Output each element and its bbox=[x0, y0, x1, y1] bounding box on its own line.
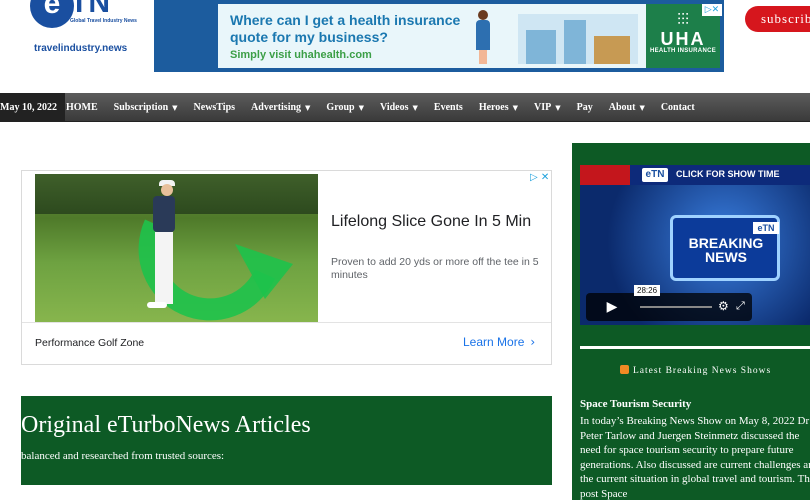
chevron-down-icon: ▼ bbox=[512, 104, 519, 112]
golfer-shoe bbox=[147, 302, 167, 308]
logo-tagline: Global Travel Industry News bbox=[70, 18, 137, 24]
nav-item-label: Heroes bbox=[478, 102, 509, 113]
latest-shows-heading[interactable]: Latest Breaking News Shows bbox=[620, 365, 771, 376]
nav-item-home[interactable]: HOME bbox=[58, 93, 106, 122]
nav-item-label: HOME bbox=[66, 102, 98, 113]
nav-item-label: Subscription bbox=[113, 102, 169, 113]
ad-description: Proven to add 20 yds or more off the tee… bbox=[331, 256, 539, 281]
page: e TN Global Travel Industry News traveli… bbox=[0, 0, 810, 500]
video-controls: ▶ 28:26 ⚙ ⤢ bbox=[586, 285, 752, 321]
breaking-news-logo: eTN bbox=[753, 222, 779, 234]
site-url[interactable]: travelindustry.news bbox=[34, 43, 127, 54]
nav-item-label: Events bbox=[433, 102, 463, 113]
latest-shows-label: Latest Breaking News Shows bbox=[633, 366, 772, 376]
breaking-news-panel: eTN BREAKING NEWS bbox=[670, 215, 780, 281]
breaking-news-title: BREAKING NEWS bbox=[688, 235, 764, 265]
video-top-bar: eTN CLICK FOR SHOW TIME bbox=[580, 165, 810, 185]
golfer-head bbox=[161, 184, 173, 196]
gear-icon[interactable]: ⚙ bbox=[718, 299, 729, 313]
golfer-shirt bbox=[153, 196, 175, 232]
subscribe-button[interactable]: subscribe bbox=[745, 6, 810, 32]
ad-advertiser[interactable]: Performance Golf Zone bbox=[35, 337, 144, 349]
video-player[interactable]: eTN CLICK FOR SHOW TIME eTN BREAKING NEW… bbox=[580, 165, 810, 325]
golfer-legs bbox=[155, 232, 173, 304]
banner-headline: Where can I get a health insurance quote… bbox=[230, 12, 461, 45]
chevron-down-icon: ▼ bbox=[358, 104, 364, 112]
main-nav: May 10, 2022 HOME Subscription ▼ NewsTips Ad… bbox=[0, 93, 810, 122]
nav-item-events[interactable]: Events bbox=[426, 93, 471, 122]
adchoices-icon[interactable]: ▷✕ bbox=[702, 4, 722, 16]
chevron-right-icon: › bbox=[530, 335, 536, 349]
nav-item-heroes[interactable]: Heroes ▼ bbox=[471, 93, 526, 122]
banner-ad-content: Where can I get a health insurance quote… bbox=[218, 4, 646, 68]
logo-tn-mark: TN bbox=[70, 0, 110, 19]
nav-item-pay[interactable]: Pay bbox=[569, 93, 601, 122]
nav-item-label: Advertising bbox=[251, 102, 302, 113]
banner-building-illustration bbox=[518, 14, 638, 64]
nav-item-label: Contact bbox=[660, 102, 695, 113]
sponsored-ad-card[interactable]: ▷ ✕ Lifelong Slice Gone In 5 Min Proven … bbox=[21, 170, 552, 365]
nav-item-vip[interactable]: VIP ▼ bbox=[526, 93, 569, 122]
nav-items: HOME Subscription ▼ NewsTips Advertising ▼ Gro… bbox=[58, 93, 703, 122]
banner-cta: Simply visit uhahealth.com bbox=[230, 49, 372, 61]
video-duration: 28:26 bbox=[634, 285, 661, 296]
rss-icon bbox=[620, 365, 629, 374]
video-bar-logo: eTN bbox=[642, 168, 668, 182]
chevron-down-icon: ▼ bbox=[639, 104, 645, 112]
banner-ad[interactable]: Where can I get a health insurance quote… bbox=[154, 0, 724, 72]
original-articles-section: Original eTurboNews Articles balanced an… bbox=[21, 396, 552, 485]
articles-subtitle: balanced and researched from trusted sou… bbox=[21, 450, 225, 462]
video-bar-badge bbox=[580, 165, 630, 185]
ad-divider bbox=[22, 322, 551, 323]
nav-date: May 10, 2022 bbox=[0, 93, 65, 122]
nav-item-advertising[interactable]: Advertising ▼ bbox=[243, 93, 318, 122]
nav-item-videos[interactable]: Videos ▼ bbox=[372, 93, 426, 122]
nav-item-newstips[interactable]: NewsTips bbox=[186, 93, 244, 122]
nav-item-label: NewsTips bbox=[193, 102, 236, 113]
uha-brand-sub: HEALTH INSURANCE bbox=[649, 48, 717, 54]
ad-close-icon[interactable]: ▷ ✕ bbox=[530, 172, 549, 183]
video-bar-text: CLICK FOR SHOW TIME bbox=[676, 169, 780, 179]
golf-ad-image[interactable] bbox=[35, 174, 318, 322]
nav-item-label: About bbox=[608, 102, 636, 113]
nav-item-subscription[interactable]: Subscription ▼ bbox=[106, 93, 186, 122]
video-progress-bar[interactable] bbox=[640, 306, 712, 308]
articles-title: Original eTurboNews Articles bbox=[21, 412, 311, 438]
chevron-down-icon: ▼ bbox=[305, 104, 311, 112]
chevron-down-icon: ▼ bbox=[412, 104, 418, 112]
nav-item-label: Videos bbox=[379, 102, 409, 113]
nav-item-about[interactable]: About ▼ bbox=[601, 93, 653, 122]
swing-arrow-icon bbox=[138, 219, 293, 321]
chevron-down-icon: ▼ bbox=[555, 104, 561, 112]
uha-brand: UHA bbox=[660, 29, 706, 49]
side-article-title[interactable]: Space Tourism Security bbox=[580, 398, 691, 410]
learn-more-label: Learn More bbox=[463, 335, 525, 349]
ad-title[interactable]: Lifelong Slice Gone In 5 Min bbox=[331, 213, 531, 231]
nav-item-label: Pay bbox=[576, 102, 593, 113]
nav-item-group[interactable]: Group ▼ bbox=[318, 93, 372, 122]
sidebar: eTN CLICK FOR SHOW TIME eTN BREAKING NEW… bbox=[572, 143, 810, 500]
play-icon[interactable]: ▶ bbox=[594, 298, 630, 316]
fullscreen-icon[interactable]: ⤢ bbox=[736, 299, 745, 313]
banner-person-illustration bbox=[474, 10, 492, 64]
learn-more-link[interactable]: Learn More › bbox=[463, 335, 535, 349]
side-article-body: In today’s Breaking News Show on May 8, … bbox=[580, 415, 810, 500]
nav-item-contact[interactable]: Contact bbox=[653, 93, 703, 122]
site-logo[interactable]: e TN Global Travel Industry News bbox=[30, 0, 137, 32]
nav-item-label: Group bbox=[326, 102, 355, 113]
sidebar-divider bbox=[580, 346, 810, 349]
logo-e-mark: e bbox=[30, 0, 74, 28]
chevron-down-icon: ▼ bbox=[172, 104, 178, 112]
nav-item-label: VIP bbox=[534, 102, 552, 113]
